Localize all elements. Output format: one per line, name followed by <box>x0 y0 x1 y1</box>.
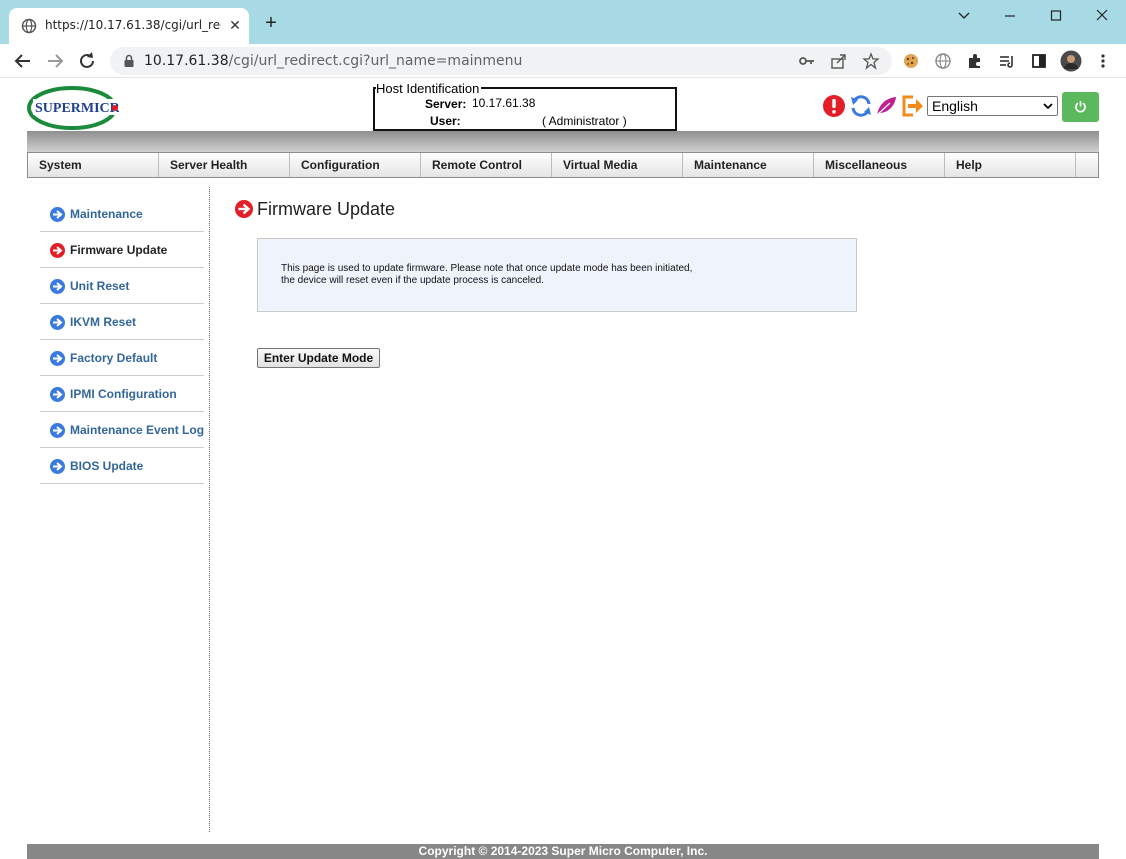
profile-avatar-icon[interactable] <box>1060 50 1082 72</box>
enter-update-mode-button[interactable]: Enter Update Mode <box>257 348 380 368</box>
refresh-icon[interactable] <box>849 94 873 118</box>
info-message: This page is used to update firmware. Pl… <box>257 238 857 312</box>
sidebar-item-bios-update[interactable]: BIOS Update <box>40 448 204 484</box>
server-label: Server: <box>425 97 467 111</box>
share-icon[interactable] <box>830 52 848 70</box>
browser-tab[interactable]: https://10.17.61.38/cgi/url_redire ✕ <box>9 8 249 44</box>
close-tab-icon[interactable]: ✕ <box>227 17 243 33</box>
power-button[interactable] <box>1062 92 1099 122</box>
web-globe-icon[interactable] <box>934 52 952 70</box>
chevron-down-icon[interactable] <box>952 6 976 26</box>
sidebar-item-label: Maintenance Event Log <box>70 423 205 437</box>
address-bar[interactable]: 10.17.61.38/cgi/url_redirect.cgi?url_nam… <box>110 47 892 75</box>
maximize-icon[interactable] <box>1044 6 1068 26</box>
key-icon[interactable] <box>798 52 816 70</box>
forward-arrow-icon[interactable] <box>44 50 66 72</box>
url-host: 10.17.61.38 <box>144 53 229 69</box>
globe-icon <box>21 18 37 34</box>
logout-icon[interactable] <box>900 94 924 118</box>
server-value: 10.17.61.38 <box>472 96 536 110</box>
lock-icon[interactable] <box>122 54 136 68</box>
info-line-1: This page is used to update firmware. Pl… <box>281 263 693 274</box>
browser-toolbar: 10.17.61.38/cgi/url_redirect.cgi?url_nam… <box>0 44 1126 78</box>
user-label: User: <box>430 114 461 128</box>
sidebar-item-label: IPMI Configuration <box>70 387 177 401</box>
sidebar-item-ipmi-configuration[interactable]: IPMI Configuration <box>40 376 204 412</box>
sidebar-item-label: BIOS Update <box>70 459 144 473</box>
header-band <box>27 131 1099 152</box>
language-select[interactable]: English <box>927 96 1058 116</box>
kebab-menu-icon[interactable] <box>1094 52 1112 70</box>
close-window-icon[interactable] <box>1090 6 1114 26</box>
menu-configuration[interactable]: Configuration <box>290 153 421 177</box>
menu-help[interactable]: Help <box>945 153 1076 177</box>
menu-remote-control[interactable]: Remote Control <box>421 153 552 177</box>
arrow-right-circle-icon <box>50 423 65 438</box>
host-legend: Host Identification <box>376 81 482 96</box>
menu-system[interactable]: System <box>28 153 159 177</box>
chevron-down-icon <box>1043 103 1053 110</box>
arrow-right-circle-icon <box>50 459 65 474</box>
sidebar-item-maintenance[interactable]: Maintenance <box>40 196 204 232</box>
power-icon <box>1075 101 1086 113</box>
minimize-icon[interactable] <box>998 6 1022 26</box>
logo-text: SUPERMICRO <box>35 101 119 116</box>
sidebar-item-label: Firmware Update <box>70 243 168 257</box>
arrow-right-circle-icon <box>50 387 65 402</box>
cookie-icon[interactable] <box>902 52 920 70</box>
sidebar-item-label: Unit Reset <box>70 279 130 293</box>
tab-title: https://10.17.61.38/cgi/url_redire <box>45 18 221 32</box>
main-menu: System Server Health Configuration Remot… <box>27 152 1099 178</box>
menu-miscellaneous[interactable]: Miscellaneous <box>814 153 945 177</box>
url-text: 10.17.61.38/cgi/url_redirect.cgi?url_nam… <box>144 53 522 69</box>
sidebar-item-firmware-update[interactable]: Firmware Update <box>40 232 204 268</box>
star-icon[interactable] <box>862 52 880 70</box>
arrow-right-circle-icon <box>50 207 65 222</box>
bmc-page: SUPERMICRO Host Identification Server: 1… <box>0 79 1126 859</box>
arrow-right-circle-icon <box>50 351 65 366</box>
user-value: ( Administrator ) <box>542 114 627 128</box>
puzzle-icon[interactable] <box>966 52 984 70</box>
sidebar-item-factory-default[interactable]: Factory Default <box>40 340 204 376</box>
sidebar-item-ikvm-reset[interactable]: IKVM Reset <box>40 304 204 340</box>
menu-server-health[interactable]: Server Health <box>159 153 290 177</box>
page-title: Firmware Update <box>257 199 396 219</box>
arrow-right-circle-icon <box>50 279 65 294</box>
reload-icon[interactable] <box>76 50 98 72</box>
alert-icon[interactable] <box>822 94 846 118</box>
new-tab-icon[interactable]: + <box>262 13 280 33</box>
info-line-2: the device will reset even if the update… <box>281 275 544 286</box>
sidebar-item-maintenance-event-log[interactable]: Maintenance Event Log <box>40 412 204 448</box>
host-identification: Host Identification Server: 10.17.61.38 … <box>373 81 677 131</box>
sidebar-divider <box>209 187 210 832</box>
sidebar-item-label: IKVM Reset <box>70 315 137 329</box>
language-value: English <box>932 98 978 114</box>
reading-list-icon[interactable] <box>998 52 1016 70</box>
arrow-right-circle-icon <box>235 200 253 218</box>
sidebar-item-label: Factory Default <box>70 351 158 365</box>
sidebar-item-label: Maintenance <box>70 207 143 221</box>
arrow-right-circle-icon <box>50 243 65 258</box>
supermicro-logo[interactable]: SUPERMICRO <box>27 83 119 131</box>
arrow-right-circle-icon <box>50 315 65 330</box>
menu-maintenance[interactable]: Maintenance <box>683 153 814 177</box>
side-panel-icon[interactable] <box>1030 52 1048 70</box>
sidebar-item-unit-reset[interactable]: Unit Reset <box>40 268 204 304</box>
browser-titlebar: https://10.17.61.38/cgi/url_redire ✕ + <box>0 0 1126 44</box>
url-path: /cgi/url_redirect.cgi?url_name=mainmenu <box>228 53 523 69</box>
copyright-footer: Copyright © 2014-2023 Super Micro Comput… <box>27 844 1099 859</box>
back-arrow-icon[interactable] <box>12 50 34 72</box>
menu-virtual-media[interactable]: Virtual Media <box>552 153 683 177</box>
leaf-icon[interactable] <box>874 94 898 118</box>
